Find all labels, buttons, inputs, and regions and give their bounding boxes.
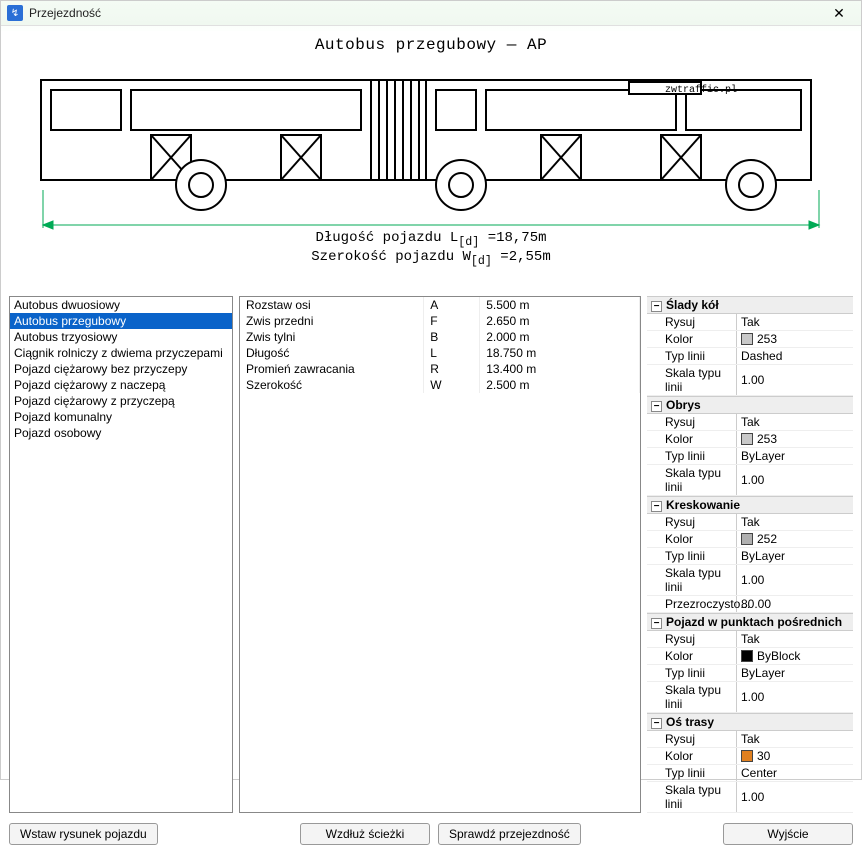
param-row: Zwis przedniF2.650 m <box>240 313 640 329</box>
vehicle-item[interactable]: Pojazd ciężarowy bez przyczepy <box>10 361 232 377</box>
bus-diagram: zwtraffic.pl <box>31 60 831 230</box>
content-area: Autobus przegubowy — AP <box>1 26 861 853</box>
prop-row[interactable]: Kolor252 <box>647 531 853 548</box>
collapse-icon[interactable]: − <box>651 501 662 512</box>
prop-row[interactable]: Typ liniiByLayer <box>647 548 853 565</box>
width-dimension: Szerokość pojazdu W[d] =2,55m <box>9 249 853 268</box>
color-swatch <box>741 333 753 345</box>
prop-row[interactable]: Typ liniiByLayer <box>647 665 853 682</box>
check-passability-button[interactable]: Sprawdź przejezdność <box>438 823 581 845</box>
titlebar: ↯ Przejezdność ✕ <box>1 1 861 26</box>
prop-row[interactable]: Skala typu linii1.00 <box>647 465 853 496</box>
prop-row[interactable]: Kolor253 <box>647 331 853 348</box>
app-icon: ↯ <box>7 5 23 21</box>
vehicle-item[interactable]: Autobus dwuosiowy <box>10 297 232 313</box>
vehicle-item[interactable]: Pojazd ciężarowy z naczepą <box>10 377 232 393</box>
prop-row[interactable]: Skala typu linii1.00 <box>647 365 853 396</box>
color-swatch <box>741 650 753 662</box>
vehicle-item[interactable]: Autobus przegubowy <box>10 313 232 329</box>
prop-row[interactable]: KolorByBlock <box>647 648 853 665</box>
dialog-window: ↯ Przejezdność ✕ Autobus przegubowy — AP <box>0 0 862 780</box>
param-row: SzerokośćW2.500 m <box>240 377 640 393</box>
color-swatch <box>741 433 753 445</box>
category-os-trasy[interactable]: −Oś trasy <box>647 713 853 731</box>
branding-text: zwtraffic.pl <box>665 84 737 96</box>
prop-row[interactable]: Typ liniiByLayer <box>647 448 853 465</box>
category-kreskowanie[interactable]: −Kreskowanie <box>647 496 853 514</box>
window-title: Przejezdność <box>29 6 823 20</box>
category-slady-kol[interactable]: −Ślady kół <box>647 296 853 314</box>
vehicle-item[interactable]: Pojazd ciężarowy z przyczepą <box>10 393 232 409</box>
vehicle-listbox[interactable]: Autobus dwuosiowyAutobus przegubowyAutob… <box>9 296 233 813</box>
prop-row[interactable]: Typ liniiDashed <box>647 348 853 365</box>
along-path-button[interactable]: Wzdłuż ścieżki <box>300 823 430 845</box>
param-row: Promień zawracaniaR13.400 m <box>240 361 640 377</box>
prop-row[interactable]: Przezroczysto...80.00 <box>647 596 853 613</box>
close-button[interactable]: ✕ <box>823 1 855 25</box>
prop-row[interactable]: RysujTak <box>647 514 853 531</box>
button-row: Wstaw rysunek pojazdu Wzdłuż ścieżki Spr… <box>9 817 853 845</box>
color-swatch <box>741 533 753 545</box>
collapse-icon[interactable]: − <box>651 618 662 629</box>
diagram-area: Autobus przegubowy — AP <box>9 30 853 292</box>
prop-row[interactable]: RysujTak <box>647 314 853 331</box>
prop-row[interactable]: Skala typu linii1.00 <box>647 682 853 713</box>
parameter-table: Rozstaw osiA5.500 mZwis przedniF2.650 mZ… <box>239 296 641 813</box>
category-pojazd-punktach[interactable]: −Pojazd w punktach pośrednich <box>647 613 853 631</box>
color-swatch <box>741 750 753 762</box>
prop-row[interactable]: Skala typu linii1.00 <box>647 782 853 813</box>
param-row: Rozstaw osiA5.500 m <box>240 297 640 313</box>
prop-row[interactable]: Kolor253 <box>647 431 853 448</box>
category-obrys[interactable]: −Obrys <box>647 396 853 414</box>
prop-row[interactable]: RysujTak <box>647 731 853 748</box>
vehicle-item[interactable]: Pojazd osobowy <box>10 425 232 441</box>
vehicle-item[interactable]: Autobus trzyosiowy <box>10 329 232 345</box>
vehicle-item[interactable]: Ciągnik rolniczy z dwiema przyczepami <box>10 345 232 361</box>
length-dimension: Długość pojazdu L[d] =18,75m <box>9 230 853 249</box>
prop-row[interactable]: Kolor30 <box>647 748 853 765</box>
collapse-icon[interactable]: − <box>651 301 662 312</box>
panels-row: Autobus dwuosiowyAutobus przegubowyAutob… <box>9 296 853 813</box>
prop-row[interactable]: Skala typu linii1.00 <box>647 565 853 596</box>
vehicle-item[interactable]: Pojazd komunalny <box>10 409 232 425</box>
param-row: Zwis tylniB2.000 m <box>240 329 640 345</box>
collapse-icon[interactable]: − <box>651 401 662 412</box>
prop-row[interactable]: RysujTak <box>647 631 853 648</box>
diagram-title: Autobus przegubowy — AP <box>9 36 853 54</box>
exit-button[interactable]: Wyjście <box>723 823 853 845</box>
param-row: DługośćL18.750 m <box>240 345 640 361</box>
prop-row[interactable]: RysujTak <box>647 414 853 431</box>
collapse-icon[interactable]: − <box>651 718 662 729</box>
insert-drawing-button[interactable]: Wstaw rysunek pojazdu <box>9 823 158 845</box>
property-grid[interactable]: −Ślady kół RysujTak Kolor253 Typ liniiDa… <box>647 296 853 813</box>
prop-row[interactable]: Typ liniiCenter <box>647 765 853 782</box>
